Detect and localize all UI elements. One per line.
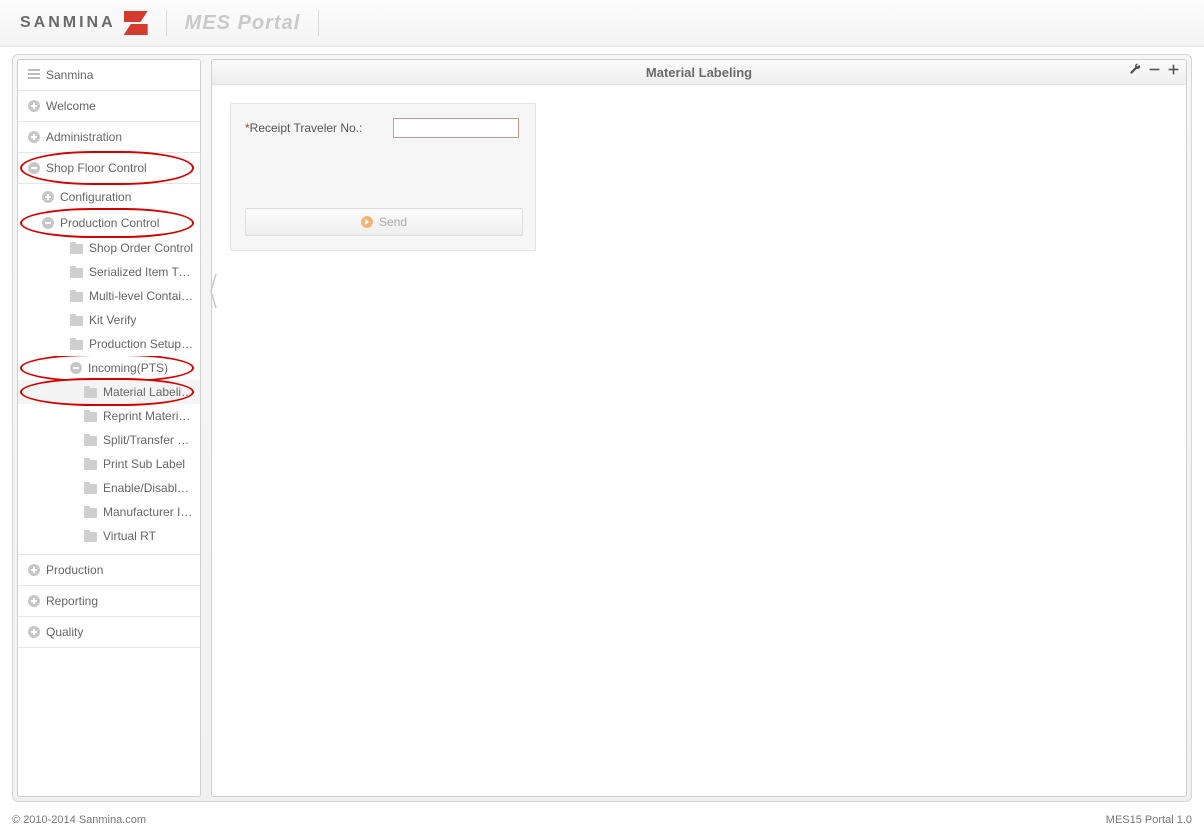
tree-label: Incoming(PTS) (88, 361, 168, 375)
tree-item-material-labeling[interactable]: Material Labeling (18, 380, 200, 404)
tree-label: Welcome (46, 99, 96, 113)
collapse-icon (42, 217, 54, 229)
divider (318, 10, 319, 36)
maximize-icon[interactable] (1167, 63, 1180, 76)
tree-label: Virtual RT (103, 529, 156, 543)
expand-icon (28, 131, 40, 143)
form-row-receipt-traveler: *Receipt Traveler No.: (245, 118, 521, 138)
tree-label: Production Control (60, 216, 159, 230)
folder-icon (84, 412, 97, 422)
wrench-icon[interactable] (1129, 63, 1142, 76)
tree-label: Print Sub Label (103, 457, 185, 471)
tree-item-production[interactable]: Production (18, 555, 200, 586)
sidebar: Sanmina Welcome Administration Shop Floo… (17, 59, 201, 797)
app-body: Sanmina Welcome Administration Shop Floo… (12, 54, 1192, 802)
expand-icon (28, 595, 40, 607)
collapse-icon (28, 162, 40, 174)
expand-icon (28, 626, 40, 638)
tree-item-virtual-rt[interactable]: Virtual RT (18, 524, 200, 548)
tree-item-split-transfer-material[interactable]: Split/Transfer Material (18, 428, 200, 452)
brand-name: SANMINA (20, 14, 116, 32)
footer-copyright: © 2010-2014 Sanmina.com (12, 814, 146, 826)
tree-item-multi-level-container-pack[interactable]: Multi-level Container Pack. (18, 284, 200, 308)
tree-item-shop-order-control[interactable]: Shop Order Control (18, 236, 200, 260)
chevron-left-icon (210, 272, 218, 310)
main-panel-body: *Receipt Traveler No.: Send (212, 85, 1186, 269)
folder-icon (70, 340, 83, 350)
tree-label: Production Setup(PTS) (89, 337, 194, 351)
footer-version: MES15 Portal 1.0 (1106, 814, 1192, 826)
nav-tree: Sanmina Welcome Administration Shop Floo… (17, 59, 201, 797)
tree-label: Multi-level Container Pack. (89, 289, 194, 303)
tree-root-sanmina[interactable]: Sanmina (18, 60, 200, 91)
send-button[interactable]: Send (245, 208, 523, 236)
collapse-icon (70, 362, 82, 374)
folder-icon (84, 436, 97, 446)
send-arrow-icon (361, 216, 373, 228)
panel-tools (1129, 63, 1180, 76)
folder-icon (70, 292, 83, 302)
tree-label: Reprint Material Label (103, 409, 194, 423)
tree-label: Reporting (46, 594, 98, 608)
folder-icon (84, 460, 97, 470)
send-button-label: Send (379, 215, 407, 229)
receipt-traveler-input[interactable] (393, 118, 519, 138)
folder-icon (84, 484, 97, 494)
tree-item-production-control[interactable]: Production Control (18, 210, 200, 236)
brand: SANMINA (20, 11, 148, 35)
splitter-collapse-handle[interactable] (209, 271, 219, 311)
tree-label: Shop Floor Control (46, 161, 147, 175)
tree-item-enable-disable-aml[interactable]: Enable/Disable AML (18, 476, 200, 500)
tree-item-shop-floor-control[interactable]: Shop Floor Control (18, 153, 200, 184)
tree-label: Kit Verify (89, 313, 136, 327)
field-label: *Receipt Traveler No.: (245, 121, 393, 135)
tree-item-manufacturer-info[interactable]: Manufacturer Info (18, 500, 200, 524)
folder-icon (70, 244, 83, 254)
field-label-text: Receipt Traveler No.: (250, 121, 363, 135)
tree-item-kit-verify[interactable]: Kit Verify (18, 308, 200, 332)
main-panel-header: Material Labeling (212, 60, 1186, 85)
tree-label: Manufacturer Info (103, 505, 194, 519)
folder-icon (70, 268, 83, 278)
tree-label: Serialized Item Tracker (89, 265, 194, 279)
divider (166, 10, 167, 36)
tree-item-production-setup-pts[interactable]: Production Setup(PTS) (18, 332, 200, 356)
expand-icon (28, 564, 40, 576)
main-panel: Material Labeling *Receipt Traveler No.:… (211, 59, 1187, 797)
minimize-icon[interactable] (1148, 63, 1161, 76)
folder-icon (84, 532, 97, 542)
portal-title: MES Portal (185, 12, 301, 35)
tree-label: Production (46, 563, 103, 577)
tree-label: Enable/Disable AML (103, 481, 194, 495)
tree-label: Configuration (60, 190, 131, 204)
list-icon (28, 69, 40, 81)
tree-label: Shop Order Control (89, 241, 193, 255)
tree-label: Split/Transfer Material (103, 433, 194, 447)
app-header: SANMINA MES Portal (0, 0, 1204, 47)
expand-icon (42, 191, 54, 203)
tree-item-quality[interactable]: Quality (18, 617, 200, 648)
tree-label: Material Labeling (103, 385, 194, 399)
tree-item-administration[interactable]: Administration (18, 122, 200, 153)
folder-icon (84, 388, 97, 398)
tree-item-welcome[interactable]: Welcome (18, 91, 200, 122)
tree-item-incoming-pts[interactable]: Incoming(PTS) (18, 356, 200, 380)
tree-label: Administration (46, 130, 122, 144)
page-title: Material Labeling (212, 65, 1186, 80)
brand-logo-icon (124, 11, 148, 35)
folder-icon (70, 316, 83, 326)
expand-icon (28, 100, 40, 112)
tree-item-reporting[interactable]: Reporting (18, 586, 200, 617)
folder-icon (84, 508, 97, 518)
tree-label: Sanmina (46, 68, 93, 82)
form-card: *Receipt Traveler No.: Send (230, 103, 536, 251)
tree-item-print-sub-label[interactable]: Print Sub Label (18, 452, 200, 476)
tree-item-serialized-item-tracker[interactable]: Serialized Item Tracker (18, 260, 200, 284)
tree-label: Quality (46, 625, 83, 639)
footer: © 2010-2014 Sanmina.com MES15 Portal 1.0 (12, 814, 1192, 826)
tree-item-reprint-material-label[interactable]: Reprint Material Label (18, 404, 200, 428)
tree-item-configuration[interactable]: Configuration (18, 184, 200, 210)
